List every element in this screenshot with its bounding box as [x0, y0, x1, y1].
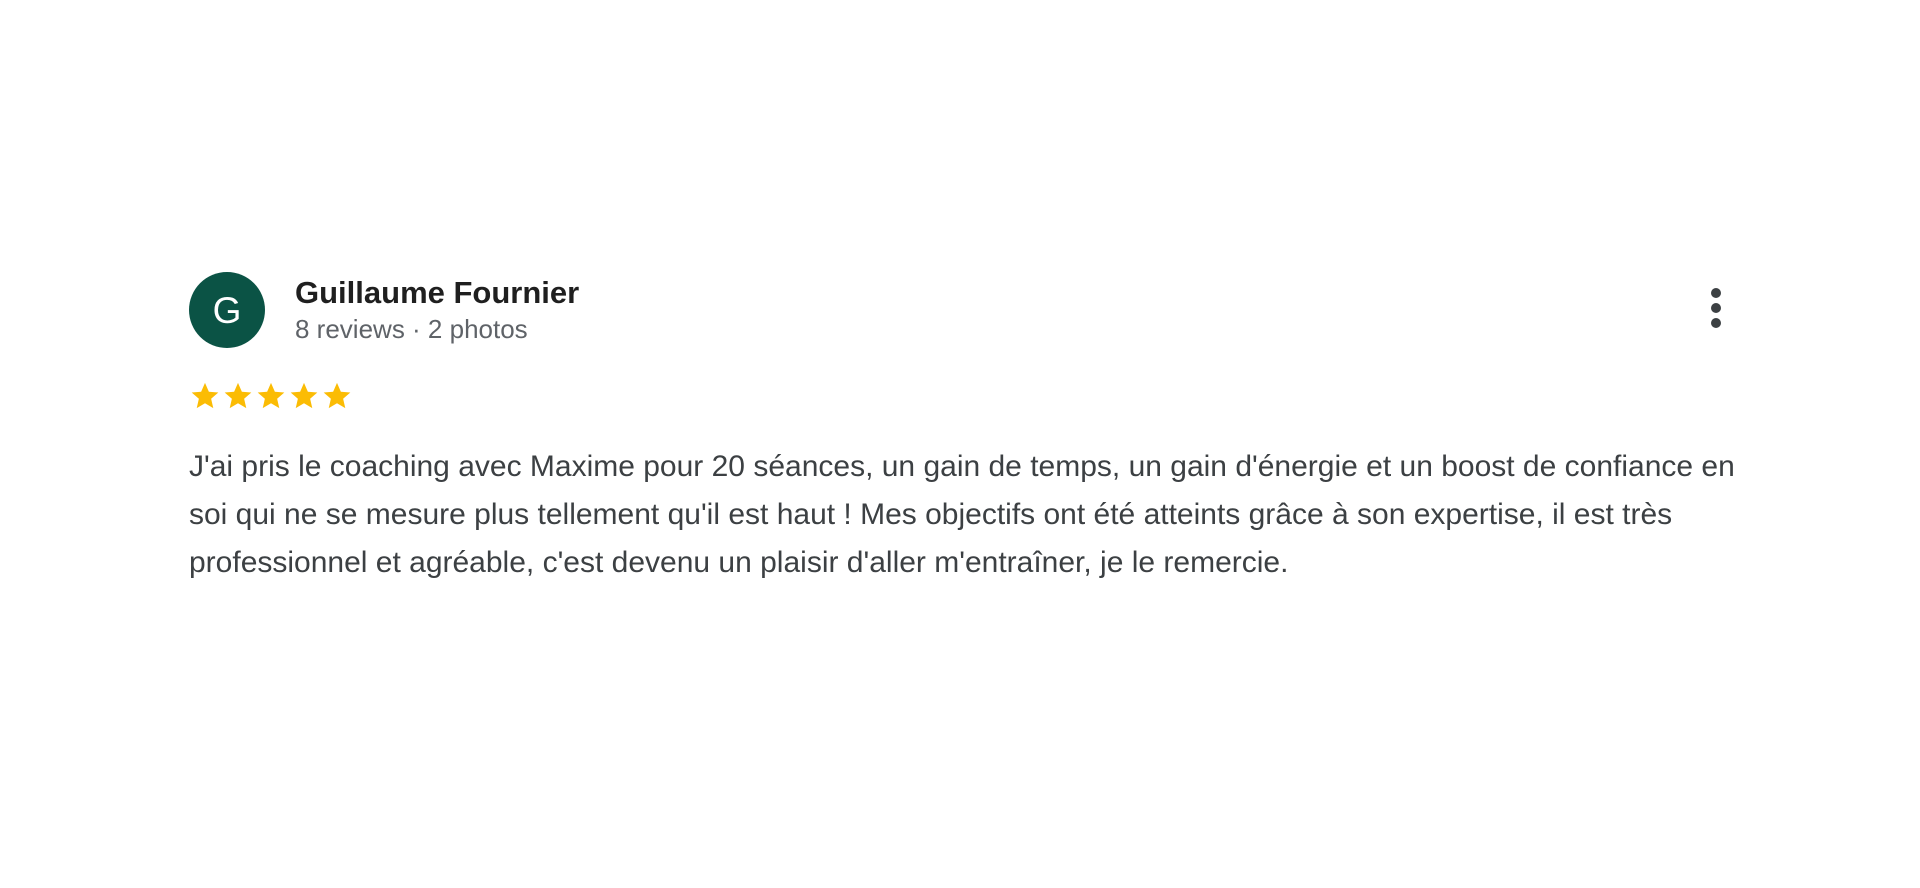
star-icon — [255, 380, 287, 412]
avatar-initial: G — [212, 289, 242, 331]
review-text: J'ai pris le coaching avec Maxime pour 2… — [189, 450, 1735, 579]
author-block: Guillaume Fournier 8 reviews · 2 photos — [295, 274, 579, 345]
star-rating — [189, 378, 353, 414]
star-icon — [288, 380, 320, 412]
author-meta[interactable]: 8 reviews · 2 photos — [295, 313, 579, 345]
avatar[interactable]: G — [189, 272, 265, 348]
more-vert-icon — [1711, 288, 1721, 328]
star-icon — [321, 380, 353, 412]
author-name[interactable]: Guillaume Fournier — [295, 274, 579, 312]
more-options-button[interactable] — [1692, 282, 1740, 334]
star-icon — [222, 380, 254, 412]
star-icon — [189, 380, 221, 412]
